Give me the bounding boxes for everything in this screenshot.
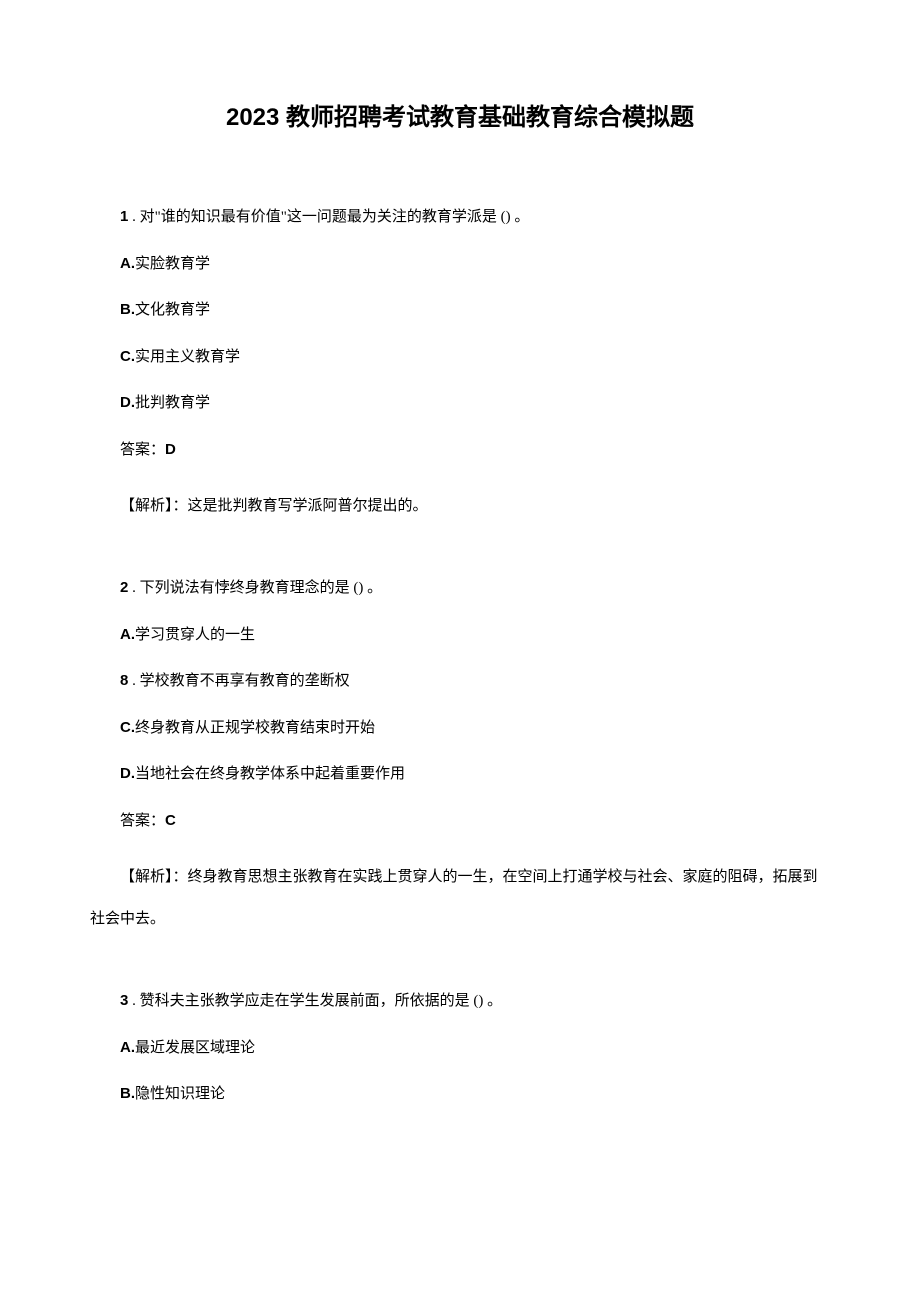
q2-c-text: 终身教育从正规学校教育结束时开始 xyxy=(135,720,375,736)
q3-stem-text: . 赞科夫主张教学应走在学生发展前面，所依据的是 () 。 xyxy=(128,993,502,1009)
q2-option-b: 8 . 学校教育不再享有教育的垄断权 xyxy=(90,670,830,693)
q2-stem-text: . 下列说法有悖终身教育理念的是 () 。 xyxy=(128,580,382,596)
q1-answer: 答案：D xyxy=(90,439,830,462)
q1-d-text: 批判教育学 xyxy=(135,395,210,411)
q2-option-c: C.终身教育从正规学校教育结束时开始 xyxy=(90,717,830,740)
q1-stem: 1 . 对"谁的知识最有价值"这一问题最为关注的教育学派是 () 。 xyxy=(90,206,830,229)
q1-stem-text: . 对"谁的知识最有价值"这一问题最为关注的教育学派是 () 。 xyxy=(128,209,529,225)
q1-b-letter: B. xyxy=(120,301,135,318)
q1-a-text: 实脸教育学 xyxy=(135,256,210,272)
q1-option-d: D.批判教育学 xyxy=(90,392,830,415)
q2-option-d: D.当地社会在终身教学体系中起着重要作用 xyxy=(90,763,830,786)
q1-explanation: 【解析】：这是批判教育写学派阿普尔提出的。 xyxy=(90,485,830,527)
q3-b-letter: B. xyxy=(120,1085,135,1102)
q3-stem: 3 . 赞科夫主张教学应走在学生发展前面，所依据的是 () 。 xyxy=(90,990,830,1013)
q2-c-letter: C. xyxy=(120,719,135,736)
q3-a-letter: A. xyxy=(120,1039,135,1056)
q1-option-a: A.实脸教育学 xyxy=(90,253,830,276)
q3-b-text: 隐性知识理论 xyxy=(135,1086,225,1102)
q1-option-b: B.文化教育学 xyxy=(90,299,830,322)
q1-answer-label: 答案： xyxy=(120,442,165,458)
q2-option-a: A.学习贯穿人的一生 xyxy=(90,624,830,647)
q3-option-a: A.最近发展区域理论 xyxy=(90,1037,830,1060)
q1-c-text: 实用主义教育学 xyxy=(135,349,240,365)
q2-answer: 答案：C xyxy=(90,810,830,833)
document-page: 2023 教师招聘考试教育基础教育综合模拟题 1 . 对"谁的知识最有价值"这一… xyxy=(0,0,920,1190)
q1-c-letter: C. xyxy=(120,348,135,365)
q2-a-text: 学习贯穿人的一生 xyxy=(135,627,255,643)
q3-option-b: B.隐性知识理论 xyxy=(90,1083,830,1106)
q1-d-letter: D. xyxy=(120,394,135,411)
page-title: 2023 教师招聘考试教育基础教育综合模拟题 xyxy=(90,100,830,136)
q1-b-text: 文化教育学 xyxy=(135,302,210,318)
q2-stem: 2 . 下列说法有悖终身教育理念的是 () 。 xyxy=(90,577,830,600)
q1-answer-letter: D xyxy=(165,441,176,458)
q1-option-c: C.实用主义教育学 xyxy=(90,346,830,369)
q3-a-text: 最近发展区域理论 xyxy=(135,1040,255,1056)
q2-answer-label: 答案： xyxy=(120,813,165,829)
q2-a-letter: A. xyxy=(120,626,135,643)
q2-d-letter: D. xyxy=(120,765,135,782)
q2-b-text: . 学校教育不再享有教育的垄断权 xyxy=(128,673,349,689)
q2-d-text: 当地社会在终身教学体系中起着重要作用 xyxy=(135,766,405,782)
q2-answer-letter: C xyxy=(165,812,176,829)
q1-a-letter: A. xyxy=(120,255,135,272)
q2-explanation: 【解析】：终身教育思想主张教育在实践上贯穿人的一生，在空间上打通学校与社会、家庭… xyxy=(90,856,830,940)
